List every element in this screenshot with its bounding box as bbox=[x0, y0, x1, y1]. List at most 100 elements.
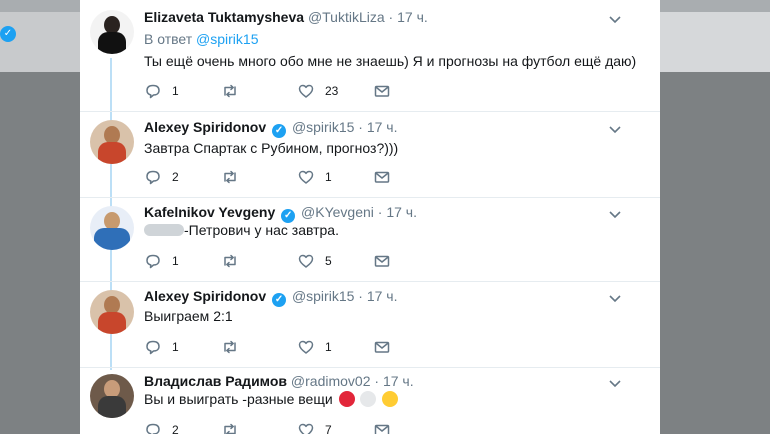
chevron-down-icon[interactable] bbox=[607, 375, 623, 391]
background-panel bbox=[660, 12, 770, 72]
tweet-actions: 1 1 bbox=[144, 337, 404, 357]
chevron-down-icon[interactable] bbox=[607, 206, 623, 222]
reply-icon bbox=[146, 84, 160, 99]
tweet-item[interactable]: Alexey Spiridonov ✓ @spirik15 · 17 ч. За… bbox=[80, 112, 660, 198]
reply-count: 1 bbox=[172, 254, 179, 268]
reply-button[interactable]: 2 bbox=[144, 420, 179, 434]
timestamp[interactable]: 17 ч. bbox=[367, 119, 398, 135]
tweet-header: Elizaveta Tuktamysheva @TuktikLiza · 17 … bbox=[144, 9, 428, 25]
separator-dot: · bbox=[374, 373, 380, 389]
tweet-actions: 2 7 bbox=[144, 420, 404, 434]
author-name[interactable]: Alexey Spiridonov bbox=[144, 288, 266, 304]
author-name[interactable]: Kafelnikov Yevgeny bbox=[144, 204, 275, 220]
retweet-icon bbox=[224, 84, 236, 98]
heart-icon bbox=[298, 340, 314, 354]
avatar[interactable] bbox=[90, 374, 134, 418]
envelope-icon bbox=[374, 424, 390, 434]
chevron-down-icon[interactable] bbox=[607, 290, 623, 306]
like-button[interactable]: 1 bbox=[297, 167, 332, 187]
like-count: 1 bbox=[325, 340, 332, 354]
tweet-item[interactable]: Alexey Spiridonov ✓ @spirik15 · 17 ч. Вы… bbox=[80, 282, 660, 368]
chevron-down-icon[interactable] bbox=[607, 11, 623, 27]
like-button[interactable]: 1 bbox=[297, 337, 332, 357]
author-name[interactable]: Alexey Spiridonov bbox=[144, 119, 266, 135]
retweet-button[interactable] bbox=[221, 420, 249, 434]
timestamp[interactable]: 17 ч. bbox=[367, 288, 398, 304]
timestamp[interactable]: 17 ч. bbox=[383, 373, 414, 389]
retweet-icon bbox=[224, 340, 236, 354]
author-handle[interactable]: @radimov02 bbox=[291, 373, 371, 389]
timestamp[interactable]: 17 ч. bbox=[397, 9, 428, 25]
retweet-icon bbox=[224, 254, 236, 268]
reply-context: В ответ @spirik15 bbox=[144, 31, 258, 47]
avatar[interactable] bbox=[90, 10, 134, 54]
timestamp[interactable]: 17 ч. bbox=[386, 204, 417, 220]
envelope-icon bbox=[374, 171, 390, 183]
author-handle[interactable]: @spirik15 bbox=[292, 119, 354, 135]
direct-message-button[interactable] bbox=[373, 251, 391, 271]
author-handle[interactable]: @TuktikLiza bbox=[308, 9, 385, 25]
separator-dot: · bbox=[377, 204, 383, 220]
tweet-header: Владислав Радимов @radimov02 · 17 ч. bbox=[144, 373, 414, 389]
reply-button[interactable]: 1 bbox=[144, 81, 179, 101]
tweet-actions: 1 23 bbox=[144, 81, 404, 101]
avatar[interactable] bbox=[90, 290, 134, 334]
retweet-button[interactable] bbox=[221, 337, 249, 357]
author-name[interactable]: Владислав Радимов bbox=[144, 373, 287, 389]
reply-button[interactable]: 2 bbox=[144, 167, 179, 187]
reply-count: 2 bbox=[172, 423, 179, 434]
reply-button[interactable]: 1 bbox=[144, 251, 179, 271]
tweet-item[interactable]: Владислав Радимов @radimov02 · 17 ч. Вы … bbox=[80, 368, 660, 434]
blurred-text bbox=[144, 224, 184, 236]
retweet-button[interactable] bbox=[221, 167, 249, 187]
like-count: 7 bbox=[325, 423, 332, 434]
tweet-thread-panel: Elizaveta Tuktamysheva @TuktikLiza · 17 … bbox=[80, 0, 660, 434]
tweet-text-content: Вы и выиграть -разные вещи bbox=[144, 391, 333, 407]
retweet-button[interactable] bbox=[221, 251, 249, 271]
heart-icon bbox=[298, 170, 314, 184]
envelope-icon bbox=[374, 255, 390, 267]
reply-icon bbox=[146, 340, 160, 355]
avatar[interactable] bbox=[90, 120, 134, 164]
like-button[interactable]: 5 bbox=[297, 251, 332, 271]
reply-icon bbox=[146, 170, 160, 185]
avatar[interactable] bbox=[90, 206, 134, 250]
author-handle[interactable]: @KYevgeni bbox=[301, 204, 374, 220]
reply-icon bbox=[146, 423, 160, 434]
retweet-button[interactable] bbox=[221, 81, 249, 101]
reply-count: 1 bbox=[172, 340, 179, 354]
reply-count: 1 bbox=[172, 84, 179, 98]
red-circle-emoji-icon bbox=[338, 391, 355, 407]
envelope-icon bbox=[374, 341, 390, 353]
direct-message-button[interactable] bbox=[373, 167, 391, 187]
reply-icon bbox=[146, 254, 160, 269]
tweet-item[interactable]: Elizaveta Tuktamysheva @TuktikLiza · 17 … bbox=[80, 0, 660, 112]
chevron-down-icon[interactable] bbox=[607, 121, 623, 137]
retweet-icon bbox=[224, 423, 236, 434]
tweet-header: Kafelnikov Yevgeny ✓ @KYevgeni · 17 ч. bbox=[144, 204, 417, 223]
separator-dot: · bbox=[358, 119, 363, 135]
reply-button[interactable]: 1 bbox=[144, 337, 179, 357]
direct-message-button[interactable] bbox=[373, 337, 391, 357]
tweet-text: Выиграем 2:1 bbox=[144, 308, 233, 324]
retweet-icon bbox=[224, 170, 236, 184]
author-name[interactable]: Elizaveta Tuktamysheva bbox=[144, 9, 304, 25]
direct-message-button[interactable] bbox=[373, 420, 391, 434]
white-circle-emoji-icon bbox=[360, 391, 377, 407]
reply-handle-link[interactable]: @spirik15 bbox=[196, 31, 258, 47]
tweet-text: Завтра Спартак с Рубином, прогноз?))) bbox=[144, 140, 399, 156]
tweet-actions: 1 5 bbox=[144, 251, 404, 271]
tweet-text: Вы и выиграть -разные вещи bbox=[144, 391, 399, 407]
like-button[interactable]: 7 bbox=[297, 420, 332, 434]
heart-icon bbox=[298, 423, 314, 434]
tweet-item[interactable]: Kafelnikov Yevgeny ✓ @KYevgeni · 17 ч. -… bbox=[80, 198, 660, 282]
tweet-actions: 2 1 bbox=[144, 167, 404, 187]
tweet-text: -Петрович у нас завтра. bbox=[144, 222, 339, 238]
verified-badge-icon: ✓ bbox=[272, 293, 287, 307]
author-handle[interactable]: @spirik15 bbox=[292, 288, 354, 304]
like-button[interactable]: 23 bbox=[297, 81, 338, 101]
winking-tongue-face-emoji-icon bbox=[382, 391, 399, 407]
envelope-icon bbox=[374, 85, 390, 97]
verified-badge-icon: ✓ bbox=[281, 209, 296, 223]
direct-message-button[interactable] bbox=[373, 81, 391, 101]
